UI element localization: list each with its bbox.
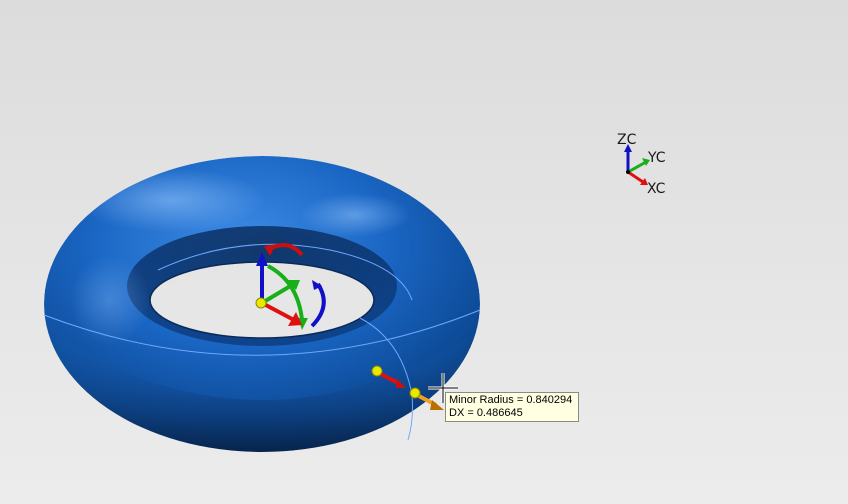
scene-canvas[interactable] bbox=[0, 0, 848, 504]
triad-x-label: XC bbox=[647, 181, 666, 197]
triad-y-axis bbox=[627, 160, 647, 174]
minor-radius-tooltip: Minor Radius = 0.840294 DX = 0.486645 bbox=[445, 392, 579, 422]
triad-z-label: ZC bbox=[617, 132, 637, 148]
crosshair-cursor-icon bbox=[428, 373, 458, 403]
manipulator-origin-icon bbox=[255, 297, 267, 309]
tooltip-dx: DX = 0.486645 bbox=[449, 407, 523, 419]
triad-y-label: YC bbox=[648, 150, 666, 166]
csys-triad bbox=[624, 144, 650, 185]
triad-x-axis bbox=[627, 170, 644, 184]
tooltip-minor-radius: Minor Radius = 0.840294 bbox=[449, 394, 573, 406]
graphics-viewport[interactable]: ZC YC XC Minor Radius = 0.840294 DX = 0.… bbox=[0, 0, 848, 504]
